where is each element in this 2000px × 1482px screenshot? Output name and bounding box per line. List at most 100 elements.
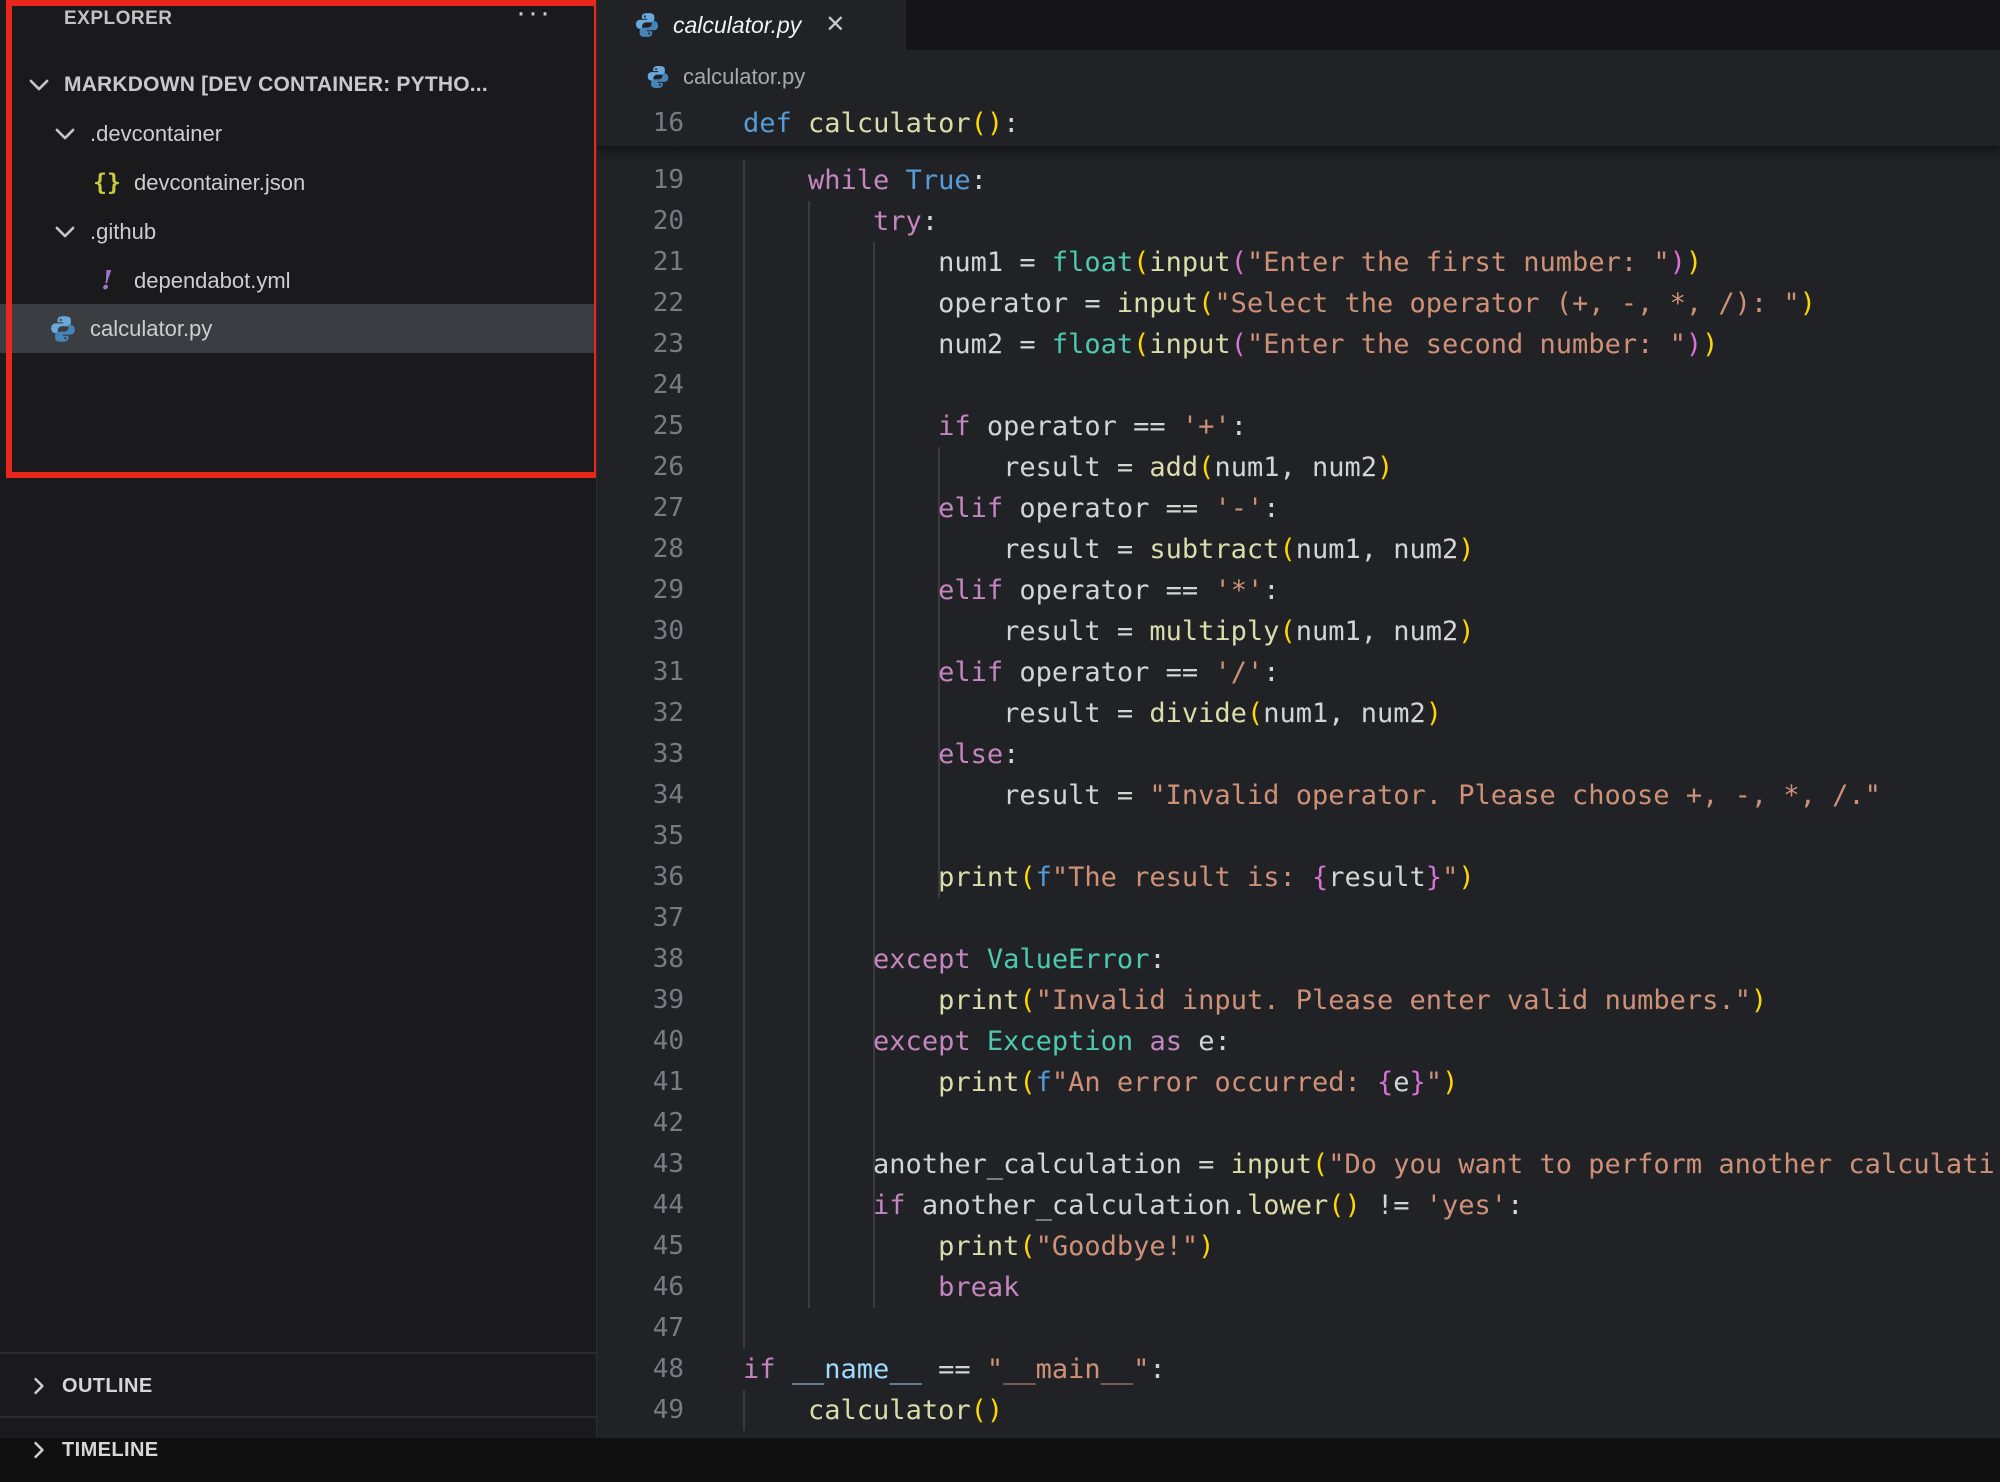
- code-token: [743, 206, 873, 237]
- code-line-32[interactable]: 32 result = divide(num1, num2): [597, 693, 2000, 734]
- code-line-47[interactable]: 47: [597, 1308, 2000, 1349]
- python-icon: [633, 11, 661, 39]
- json-icon: {}: [92, 168, 122, 198]
- code-token: (: [1133, 329, 1149, 360]
- code-text: if __name__ == "__main__":: [743, 1349, 1166, 1390]
- code-line-37[interactable]: 37: [597, 898, 2000, 939]
- code-line-50[interactable]: 50: [597, 1431, 2000, 1438]
- code-token: '-': [1214, 493, 1263, 524]
- code-line-35[interactable]: 35: [597, 816, 2000, 857]
- code-text: print(f"The result is: {result}"): [743, 857, 1475, 898]
- code-token: [743, 575, 938, 606]
- code-line-27[interactable]: 27 elif operator == '-':: [597, 488, 2000, 529]
- line-number: 47: [597, 1308, 684, 1349]
- code-token: [743, 493, 938, 524]
- explorer-header: EXPLORER ···: [0, 0, 596, 44]
- code-text: except Exception as e:: [743, 1021, 1231, 1062]
- code-line-26[interactable]: 26 result = add(num1, num2): [597, 447, 2000, 488]
- code-token: ): [1800, 288, 1816, 319]
- code-line-38[interactable]: 38 except ValueError:: [597, 939, 2000, 980]
- code-token: [743, 862, 938, 893]
- tree-item-dependabot-yml[interactable]: !dependabot.yml: [0, 256, 596, 305]
- tree-item-markdown-dev-container-pytho-[interactable]: MARKDOWN [DEV CONTAINER: PYTHO...: [0, 60, 596, 109]
- code-line-34[interactable]: 34 result = "Invalid operator. Please ch…: [597, 775, 2000, 816]
- code-token: except: [873, 1026, 971, 1057]
- tree-item-devcontainer-json[interactable]: {}devcontainer.json: [0, 158, 596, 207]
- code-token: operator ==: [1003, 493, 1214, 524]
- close-icon[interactable]: ✕: [825, 13, 845, 37]
- code-line-33[interactable]: 33 else:: [597, 734, 2000, 775]
- code-text: operator = input("Select the operator (+…: [743, 283, 1816, 324]
- yaml-icon: !: [92, 266, 122, 296]
- code-text: if operator == '+':: [743, 406, 1247, 447]
- chevron-right-icon: [28, 1375, 50, 1397]
- code-token: ): [1702, 329, 1718, 360]
- tree-item--github[interactable]: .github: [0, 207, 596, 256]
- code-token: :: [1003, 108, 1019, 139]
- section-outline[interactable]: OUTLINE: [0, 1352, 596, 1418]
- tree-item--devcontainer[interactable]: .devcontainer: [0, 109, 596, 158]
- code-line-42[interactable]: 42: [597, 1103, 2000, 1144]
- editor-group: calculator.py ✕ calculator.py 171819 whi…: [596, 0, 2000, 1438]
- code-line-39[interactable]: 39 print("Invalid input. Please enter va…: [597, 980, 2000, 1021]
- code-line-36[interactable]: 36 print(f"The result is: {result}"): [597, 857, 2000, 898]
- code-text: if another_calculation.lower() != 'yes':: [743, 1185, 1523, 1226]
- code-line-41[interactable]: 41 print(f"An error occurred: {e}"): [597, 1062, 2000, 1103]
- code-token: "An error occurred:: [1052, 1067, 1377, 1098]
- code-token: [776, 1354, 792, 1385]
- line-number: 44: [597, 1185, 684, 1226]
- code-token: Exception: [987, 1026, 1133, 1057]
- code-line-48[interactable]: 48if __name__ == "__main__":: [597, 1349, 2000, 1390]
- line-number: 24: [597, 365, 684, 406]
- code-line-40[interactable]: 40 except Exception as e:: [597, 1021, 2000, 1062]
- line-number: 36: [597, 857, 684, 898]
- code-token: elif: [938, 657, 1003, 688]
- code-token: ): [987, 1395, 1003, 1426]
- line-number: 25: [597, 406, 684, 447]
- code-token: input: [1231, 1149, 1312, 1180]
- code-token: (: [1231, 329, 1247, 360]
- code-token: break: [938, 1272, 1019, 1303]
- python-icon: [48, 314, 78, 344]
- line-number: 23: [597, 324, 684, 365]
- tree-item-calculator-py[interactable]: calculator.py: [0, 304, 596, 353]
- line-number: 49: [597, 1390, 684, 1431]
- breadcrumb-item[interactable]: calculator.py: [683, 64, 805, 90]
- code-line-46[interactable]: 46 break: [597, 1267, 2000, 1308]
- tab-calculator-py[interactable]: calculator.py ✕: [597, 0, 906, 50]
- code-token: '*': [1214, 575, 1263, 606]
- code-token: :: [1149, 1354, 1165, 1385]
- code-token: operator ==: [1003, 575, 1214, 606]
- code-token: input: [1149, 329, 1230, 360]
- code-line-25[interactable]: 25 if operator == '+':: [597, 406, 2000, 447]
- code-line-24[interactable]: 24: [597, 365, 2000, 406]
- code-line-44[interactable]: 44 if another_calculation.lower() != 'ye…: [597, 1185, 2000, 1226]
- code-line-45[interactable]: 45 print("Goodbye!"): [597, 1226, 2000, 1267]
- sticky-line[interactable]: 16 def calculator():: [597, 103, 2000, 147]
- code-line-29[interactable]: 29 elif operator == '*':: [597, 570, 2000, 611]
- code-token: ==: [922, 1354, 987, 1385]
- code-line-31[interactable]: 31 elif operator == '/':: [597, 652, 2000, 693]
- code-token: :: [1003, 739, 1019, 770]
- code-line-49[interactable]: 49 calculator(): [597, 1390, 2000, 1431]
- code-line-43[interactable]: 43 another_calculation = input("Do you w…: [597, 1144, 2000, 1185]
- section-timeline[interactable]: TIMELINE: [0, 1416, 596, 1482]
- code-text: print("Invalid input. Please enter valid…: [743, 980, 1767, 1021]
- code-line-20[interactable]: 20 try:: [597, 201, 2000, 242]
- code-token: "Invalid operator. Please choose +, -, *…: [1149, 780, 1881, 811]
- breadcrumb: calculator.py: [597, 50, 2000, 103]
- more-actions-icon[interactable]: ···: [516, 0, 552, 30]
- code-line-22[interactable]: 22 operator = input("Select the operator…: [597, 283, 2000, 324]
- code-line-21[interactable]: 21 num1 = float(input("Enter the first n…: [597, 242, 2000, 283]
- section-label: TIMELINE: [62, 1439, 159, 1462]
- code-token: result =: [743, 452, 1149, 483]
- code-line-23[interactable]: 23 num2 = float(input("Enter the second …: [597, 324, 2000, 365]
- code-viewport[interactable]: 171819 while True:20 try:21 num1 = float…: [597, 103, 2000, 1438]
- line-number: 46: [597, 1267, 684, 1308]
- code-line-28[interactable]: 28 result = subtract(num1, num2): [597, 529, 2000, 570]
- code-line-30[interactable]: 30 result = multiply(num1, num2): [597, 611, 2000, 652]
- code-token: ): [987, 108, 1003, 139]
- code-token: result =: [743, 780, 1149, 811]
- code-text: elif operator == '-':: [743, 488, 1279, 529]
- code-line-19[interactable]: 19 while True:: [597, 160, 2000, 201]
